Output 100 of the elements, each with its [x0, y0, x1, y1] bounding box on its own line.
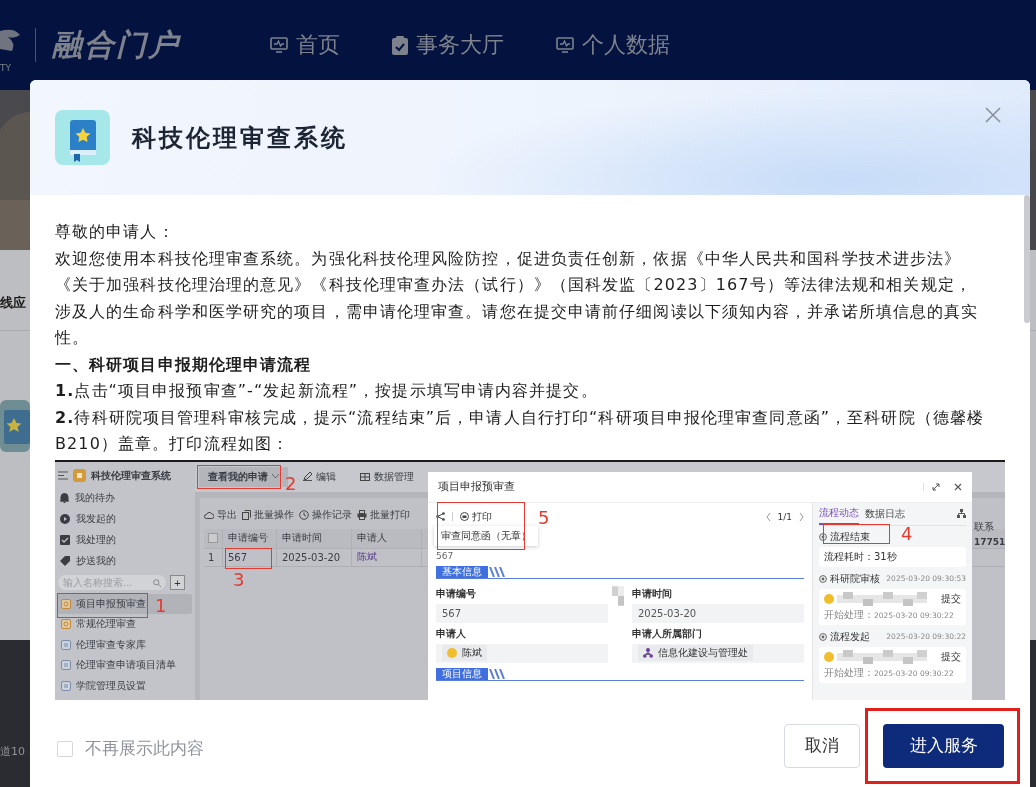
section-heading: 线应: [0, 294, 26, 312]
timeline-title: 流程发起: [830, 629, 870, 644]
paragraph: 欢迎您使用本科技伦理审查系统。为强化科技伦理风险防控，促进负责任创新，依据《中华人民共和国科学技术进步法》《关于加强科技伦理治理的意见》《科技伦理审查办法（试行）》（国科发监〔2023〕167号）等法律法规和相关规定，涉及人的生命科学和医学研究的项目，需申请伦理审查。请您在提交申请前仔细阅读以下须知内容，并承诺所填信息的真实性。: [55, 247, 980, 349]
portal-title: 融合门户: [52, 25, 180, 64]
toolbar-action[interactable]: 批量操作: [242, 507, 294, 522]
share-icon[interactable]: [436, 512, 445, 521]
view-tab[interactable]: 编辑: [294, 466, 345, 487]
field-label: 申请人: [436, 626, 467, 641]
copy-icon: [242, 509, 251, 520]
flow-icon: [61, 619, 71, 630]
document-icon: [61, 660, 71, 671]
toolbar-action[interactable]: 批量打印: [357, 507, 410, 522]
column-header: 申请时间: [277, 528, 352, 548]
menu-item[interactable]: 我的待办: [58, 487, 195, 509]
printer-icon: [357, 509, 367, 520]
step-number: 4: [901, 523, 913, 544]
department-chip: 信息化建设与管理处: [638, 645, 753, 661]
form-list-item[interactable]: 伦理审查申请项目清单: [58, 655, 192, 676]
book-icon: [0, 400, 30, 452]
form-list-item[interactable]: 学院管理员设置: [58, 675, 192, 696]
tag-icon: [60, 556, 70, 566]
field-label: 申请人所属部门: [632, 626, 703, 641]
paragraph: 尊敬的申请人：: [55, 221, 176, 243]
clipboard-icon: [392, 35, 408, 55]
pen-icon: [303, 472, 312, 481]
panel-tab[interactable]: 流程动态: [819, 502, 859, 525]
toolbar-action[interactable]: 导出: [204, 507, 237, 522]
search-icon: [153, 578, 161, 587]
document-icon: [61, 680, 71, 691]
expand-icon[interactable]: [932, 482, 940, 491]
enter-service-button[interactable]: 进入服务: [883, 723, 1004, 768]
column-header: 联系: [974, 519, 995, 534]
bell-icon: [60, 493, 69, 503]
cloud-icon: [204, 510, 214, 519]
target-icon: [819, 632, 827, 641]
paragraph: 1.点击“项目申报预审查”-“发起新流程”，按提示填写申请内容并提交。: [55, 380, 599, 402]
column-header: 申请人: [352, 528, 422, 548]
section-tag: 基本信息: [436, 565, 488, 578]
printer-icon: [460, 512, 469, 521]
step-number: 3: [233, 569, 245, 590]
monitor-icon: [556, 37, 574, 53]
panel-tab[interactable]: 数据日志: [865, 502, 905, 525]
field-label: 申请编号: [436, 586, 477, 601]
avatar-icon: [824, 593, 834, 604]
person-link[interactable]: 陈斌: [352, 548, 422, 566]
timeline-title: 科研院审核: [830, 571, 880, 586]
chevron-right-icon[interactable]: [799, 512, 804, 521]
section-tag: 项目信息: [436, 667, 488, 680]
record-number: 567: [436, 550, 455, 561]
table-cell: 2025-03-20: [277, 548, 352, 566]
person-chip: 陈斌: [442, 645, 487, 661]
print-button[interactable]: 打印: [460, 509, 492, 524]
org-chart-icon[interactable]: [957, 509, 966, 518]
form-list-item[interactable]: 常规伦理审查: [58, 614, 192, 635]
section-heading: 一、科研项目申报期伦理申请流程: [55, 353, 313, 376]
checkbox[interactable]: [57, 740, 73, 757]
target-icon: [819, 532, 827, 541]
row-number: 1: [204, 548, 223, 566]
field-value: 567: [442, 607, 462, 619]
field-label: 申请时间: [632, 586, 673, 601]
page-counter: 1/1: [777, 511, 792, 522]
table-cell: 17751: [974, 536, 1005, 547]
column-header: 申请编号: [223, 528, 277, 548]
avatar-icon: [824, 651, 834, 662]
scrollbar[interactable]: [1024, 195, 1030, 323]
checkbox-label: 不再展示此内容: [85, 737, 204, 760]
action-status: 提交: [941, 591, 961, 606]
dialog-title: 科技伦理审查系统: [132, 122, 348, 154]
view-tab[interactable]: 数据管理: [351, 466, 423, 487]
menu-icon[interactable]: [58, 471, 68, 480]
action-status: 提交: [941, 649, 961, 664]
toolbar-action[interactable]: 操作记录: [299, 507, 352, 522]
nav-link[interactable]: 个人数据: [556, 30, 670, 60]
avatar-icon: [447, 648, 457, 658]
close-icon[interactable]: [954, 482, 962, 491]
monitor-icon: [270, 37, 288, 53]
step-number: 5: [538, 507, 550, 528]
checkbox[interactable]: [208, 533, 218, 543]
menu-item[interactable]: 我发起的: [58, 508, 195, 530]
duration-text: 流程耗时：31秒: [824, 549, 898, 564]
document-icon: [61, 639, 71, 650]
cancel-button[interactable]: 取消: [784, 723, 860, 768]
step-number: 2: [285, 473, 297, 494]
menu-item[interactable]: 我处理的: [58, 529, 195, 551]
step-number: 1: [155, 595, 167, 616]
highlight-frame: [823, 523, 890, 544]
book-icon: [55, 110, 110, 165]
nav-link[interactable]: 事务大厅: [392, 30, 504, 60]
app-logo-icon: [73, 469, 86, 482]
add-button[interactable]: +: [170, 575, 185, 590]
checkbox-icon: [60, 535, 70, 545]
highlight-frame: [225, 547, 272, 569]
org-chart-icon: [643, 648, 653, 658]
form-list-item[interactable]: 伦理审查专家库: [58, 634, 192, 655]
play-icon: [60, 514, 70, 524]
clock-icon: [299, 509, 309, 520]
nav-link[interactable]: 首页: [270, 30, 340, 60]
chevron-left-icon[interactable]: [765, 512, 771, 521]
menu-item[interactable]: 抄送我的: [58, 550, 195, 572]
field-value: 2025-03-20: [638, 607, 697, 619]
